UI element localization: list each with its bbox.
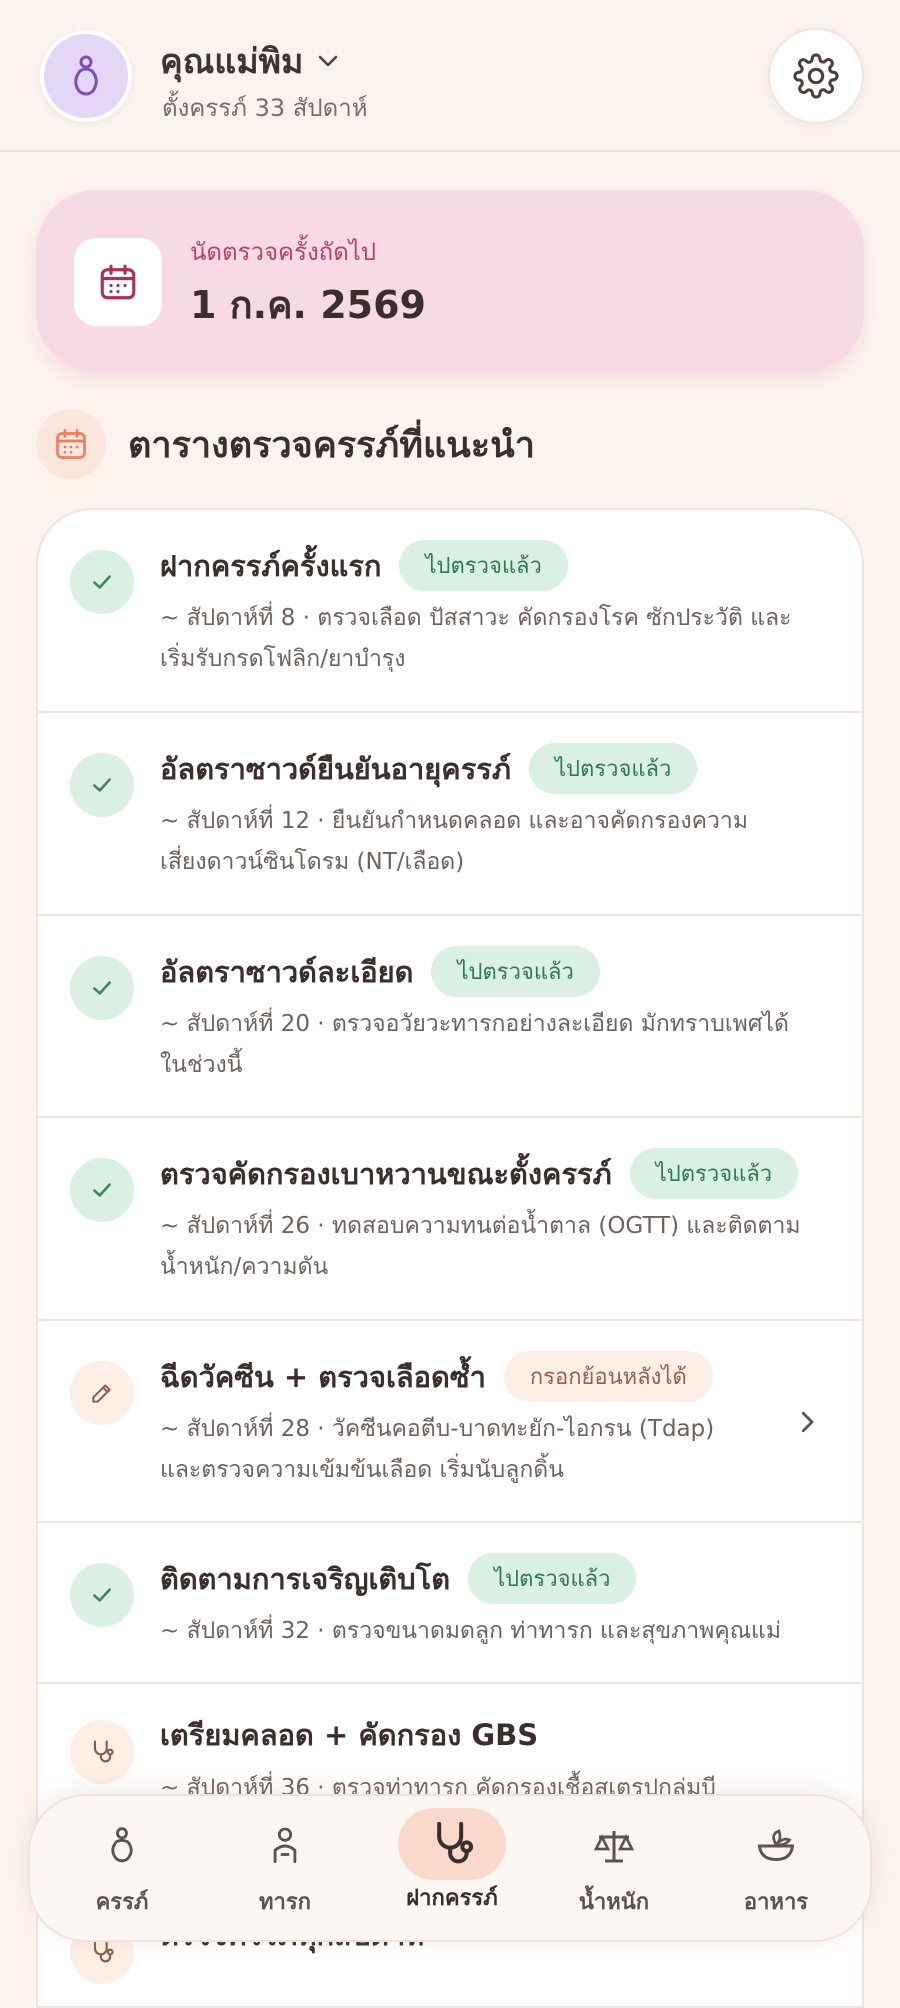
status-done-indicator [70,956,134,1020]
pregnant-mother-icon [74,55,98,96]
section-header: ตารางตรวจครรภ์ที่แนะนำ [36,408,535,480]
checkmark-icon [93,1588,111,1602]
checkup-title-line: ตรวจคัดกรองเบาหวานขณะตั้งครรภ์ ไปตรวจแล้… [160,1148,799,1199]
checkup-description: ~ สัปดาห์ที่ 26 · ทดสอบความทนต่อน้ำตาล (… [160,1206,850,1288]
checkup-row[interactable]: อัลตราซาวด์ยืนยันอายุครรภ์ ไปตรวจแล้ว ~ … [38,713,862,916]
checkup-title: อัลตราซาวด์ละเอียด [160,954,414,989]
checkup-title-line: ติดตามการเจริญเติบโต ไปตรวจแล้ว [160,1553,637,1604]
description-line: น้ำหนัก/ความดัน [160,1254,329,1280]
nav-label: ฝากครรภ์ [406,1886,498,1911]
nav-label: น้ำหนัก [578,1890,650,1915]
checkup-description: ~ สัปดาห์ที่ 28 · วัคซีนคอตีบ-บาดทะยัก-ไ… [160,1409,800,1491]
checkup-row[interactable]: อัลตราซาวด์ละเอียด ไปตรวจแล้ว ~ สัปดาห์ท… [38,916,862,1118]
nav-label: ครรภ์ [95,1890,149,1915]
status-badge: ไปตรวจแล้ว [468,1553,637,1604]
checkup-title: ฝากครรภ์ครั้งแรก [160,548,382,583]
appointment-date: 1 ก.ค. 2569 [190,283,426,327]
pencil-icon [92,1384,111,1403]
status-pending-indicator [70,1720,134,1784]
chevron-down-icon [319,55,338,67]
calendar-icon [56,429,86,459]
checkup-description: ~ สัปดาห์ที่ 12 · ยืนยันกำหนดคลอด และอาจ… [160,801,850,883]
checkmark-icon [93,575,111,589]
nav-item-pregnancy[interactable]: ครรภ์ [62,1816,182,1926]
nav-label: อาหาร [743,1890,809,1915]
profile-name: คุณแม่พิม [160,42,304,82]
checkup-title: ติดตามการเจริญเติบโต [160,1561,451,1596]
scale-icon [578,1816,650,1876]
gear-icon [793,53,839,99]
checkmark-icon [93,981,111,995]
status-badge: ไปตรวจแล้ว [399,540,568,591]
appointment-label: นัดตรวจครั้งถัดไป [190,238,377,266]
bottom-navigation: ครรภ์ ทารก ฝากครรภ์ น้ำหนัก อาหาร [28,1794,872,1942]
checkup-title-line: ฝากครรภ์ครั้งแรก ไปตรวจแล้ว [160,540,568,591]
description-line: ~ สัปดาห์ที่ 26 · ทดสอบความทนต่อน้ำตาล (… [160,1213,801,1239]
description-line: และตรวจความเข้มข้นเลือด เริ่มนับลูกดิ้น [160,1457,564,1483]
stethoscope-icon [93,1940,114,1963]
description-line: เริ่มรับกรดโฟลิก/ยาบำรุง [160,646,406,672]
pregnancy-week-label: ตั้งครรภ์ 33 สัปดาห์ [162,94,368,122]
status-badge: กรอกย้อนหลังได้ [503,1351,713,1402]
food-bowl-icon [740,1816,812,1876]
checkup-row[interactable]: ฝากครรภ์ครั้งแรก ไปตรวจแล้ว ~ สัปดาห์ที่… [38,510,862,713]
description-line: ~ สัปดาห์ที่ 8 · ตรวจเลือด ปัสสาวะ คัดกร… [160,605,792,631]
checkup-title-line: อัลตราซาวด์ละเอียด ไปตรวจแล้ว [160,946,600,997]
checkmark-icon [93,1183,111,1197]
settings-button[interactable] [768,28,864,124]
stethoscope-icon [93,1740,114,1763]
checkup-row[interactable]: ฉีดวัคซีน + ตรวจเลือดซ้ำ กรอกย้อนหลังได้… [38,1321,862,1523]
status-done-indicator [70,1563,134,1627]
checkup-title: อัลตราซาวด์ยืนยันอายุครรภ์ [160,751,511,786]
checkup-title-line: เตรียมคลอด + คัดกรอง GBS [160,1712,538,1758]
nav-item-prenatal[interactable]: ฝากครรภ์ [392,1808,512,1926]
description-line: ~ สัปดาห์ที่ 32 · ตรวจขนาดมดลูก ท่าทารก … [160,1618,782,1644]
status-editable-indicator [70,1361,134,1425]
baby-icon [249,1816,321,1876]
section-icon-wrap [36,409,106,479]
status-badge: ไปตรวจแล้ว [629,1148,799,1199]
description-line: ~ สัปดาห์ที่ 12 · ยืนยันกำหนดคลอด และอาจ… [160,808,749,834]
checkup-title: เตรียมคลอด + คัดกรอง GBS [160,1718,539,1752]
description-line: ในช่วงนี้ [160,1052,243,1078]
status-done-indicator [70,1158,134,1222]
checkup-title: ฉีดวัคซีน + ตรวจเลือดซ้ำ [160,1359,486,1394]
next-appointment-card[interactable]: นัดตรวจครั้งถัดไป 1 ก.ค. 2569 [36,190,864,372]
checkup-description: ~ สัปดาห์ที่ 32 · ตรวจขนาดมดลูก ท่าทารก … [160,1611,850,1652]
checkup-row[interactable]: ตรวจคัดกรองเบาหวานขณะตั้งครรภ์ ไปตรวจแล้… [38,1118,862,1321]
checkup-row[interactable]: ติดตามการเจริญเติบโต ไปตรวจแล้ว ~ สัปดาห… [38,1523,862,1684]
status-badge: ไปตรวจแล้ว [528,743,698,794]
appointment-icon-box [74,238,162,326]
checkup-title-line: อัลตราซาวด์ยืนยันอายุครรภ์ ไปตรวจแล้ว [160,743,698,794]
nav-label: ทารก [259,1890,311,1915]
nav-item-weight[interactable]: น้ำหนัก [554,1816,674,1926]
nav-item-baby[interactable]: ทารก [225,1816,345,1926]
checkup-title-line: ฉีดวัคซีน + ตรวจเลือดซ้ำ กรอกย้อนหลังได้ [160,1351,713,1402]
app-header: คุณแม่พิม ตั้งครรภ์ 33 สัปดาห์ [0,0,900,152]
checkup-schedule-list: ฝากครรภ์ครั้งแรก ไปตรวจแล้ว ~ สัปดาห์ที่… [36,508,864,2008]
status-done-indicator [70,550,134,614]
nav-item-food[interactable]: อาหาร [716,1816,836,1926]
status-badge: ไปตรวจแล้ว [431,946,600,997]
description-line: ~ สัปดาห์ที่ 20 · ตรวจอวัยวะทารกอย่างละเ… [160,1011,789,1037]
pregnancy-icon [86,1816,158,1876]
profile-switcher[interactable]: คุณแม่พิม [160,34,339,88]
checkup-description: ~ สัปดาห์ที่ 8 · ตรวจเลือด ปัสสาวะ คัดกร… [160,598,850,680]
profile-avatar[interactable] [40,30,132,122]
description-line: เสี่ยงดาวน์ซินโดรม (NT/เลือด) [160,849,465,875]
calendar-icon [100,264,136,300]
checkmark-icon [93,778,111,792]
checkup-title: ตรวจคัดกรองเบาหวานขณะตั้งครรภ์ [160,1156,612,1191]
chevron-right-icon[interactable] [792,1407,822,1437]
checkup-description: ~ สัปดาห์ที่ 20 · ตรวจอวัยวะทารกอย่างละเ… [160,1004,850,1086]
section-title: ตารางตรวจครรภ์ที่แนะนำ [128,424,535,466]
description-line: ~ สัปดาห์ที่ 28 · วัคซีนคอตีบ-บาดทะยัก-ไ… [160,1416,715,1442]
stethoscope-icon [398,1808,506,1880]
status-done-indicator [70,753,134,817]
